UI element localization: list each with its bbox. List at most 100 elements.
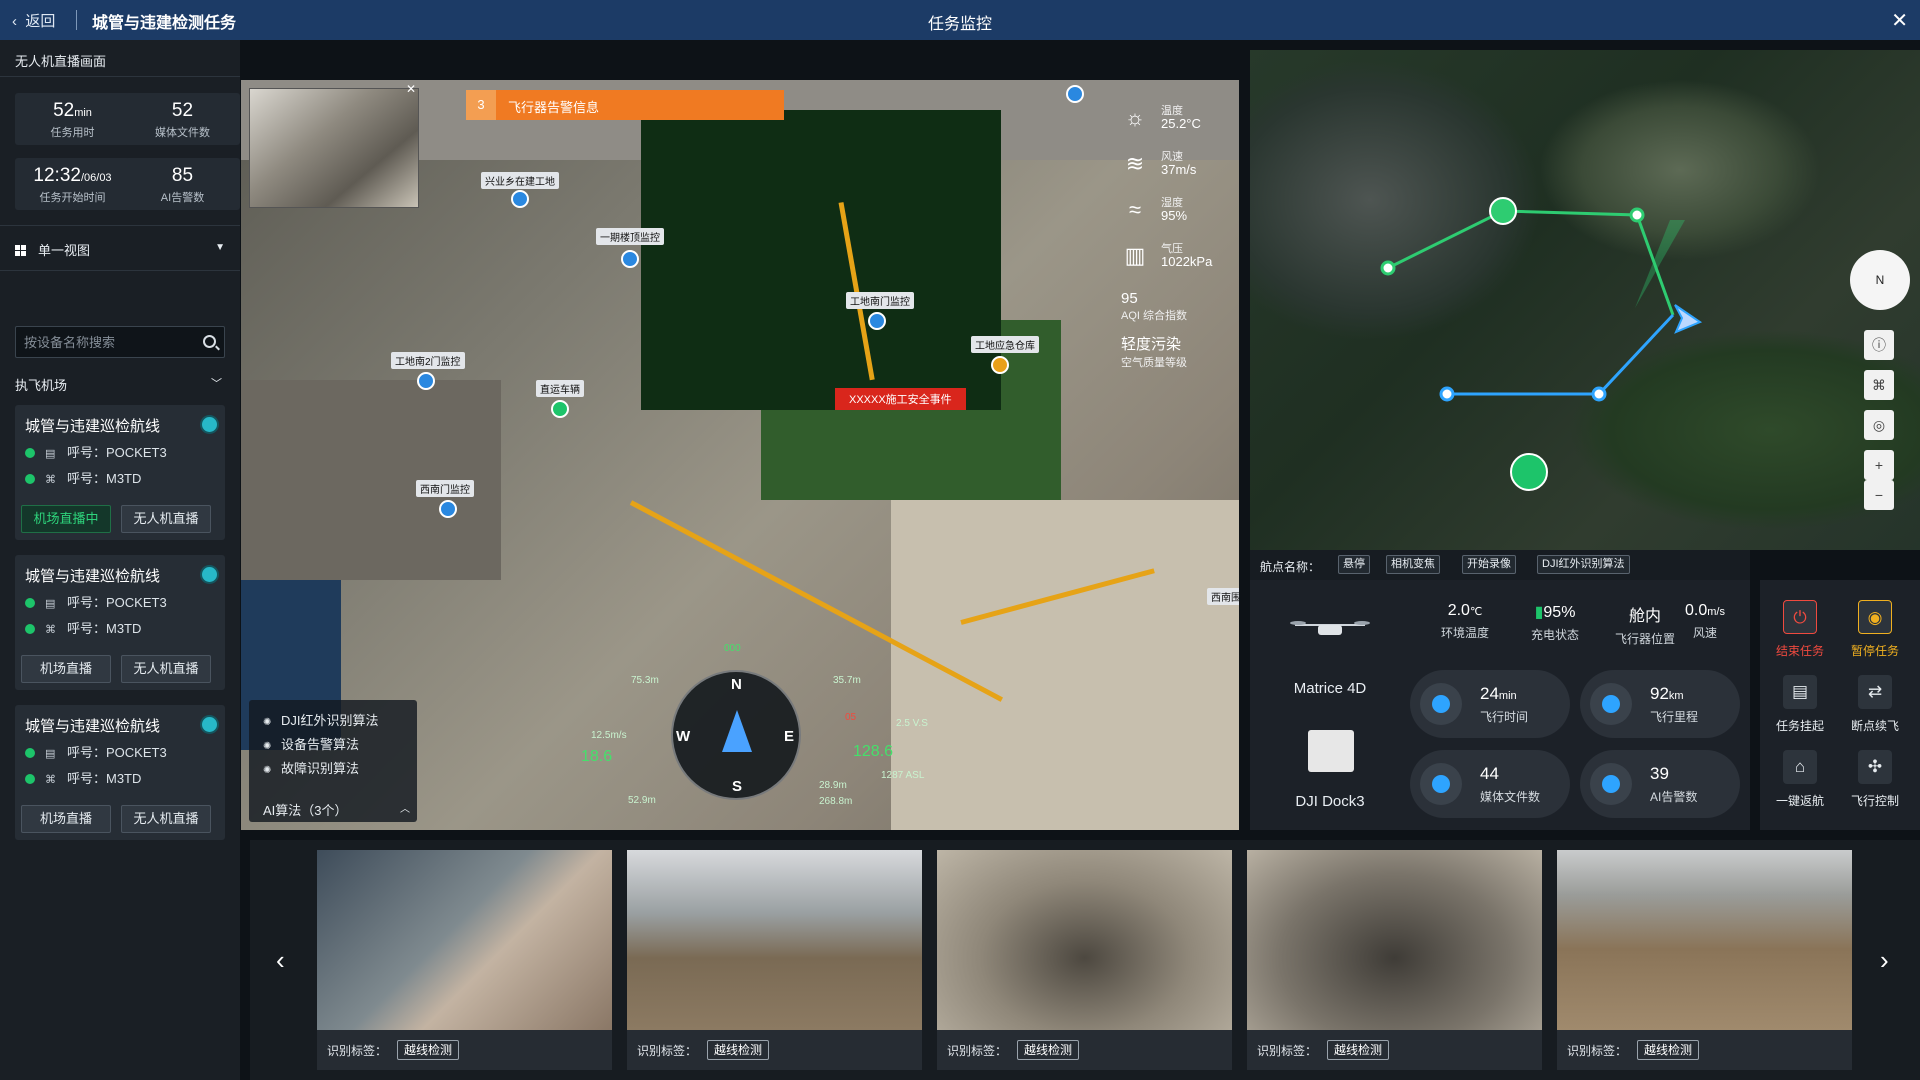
location-pin-icon[interactable] bbox=[417, 372, 435, 390]
drone-icon[interactable]: ⌘ bbox=[1864, 370, 1894, 400]
flight-alert-banner[interactable]: 3 飞行器告警信息 bbox=[466, 90, 784, 120]
location-tag[interactable]: 工地南2门监控 bbox=[391, 352, 465, 369]
zoom-in-icon[interactable]: + bbox=[1864, 450, 1894, 480]
tag-chip: 越线检测 bbox=[1637, 1040, 1700, 1060]
location-pin-icon[interactable] bbox=[621, 250, 639, 268]
drone-live-button[interactable]: 无人机直播 bbox=[121, 805, 211, 833]
algorithm-item[interactable]: ✺ 设备告警算法 bbox=[263, 734, 359, 753]
stat-value: 12:32 bbox=[33, 165, 81, 186]
tag-chip: 越线检测 bbox=[1017, 1040, 1080, 1060]
location-tag[interactable]: 直运车辆 bbox=[536, 380, 584, 397]
suspend-task-button[interactable]: ▤ 任务挂起 bbox=[1760, 675, 1840, 734]
airport-live-button[interactable]: 机场直播 bbox=[21, 805, 111, 833]
tag-label: 识别标签： bbox=[1257, 1044, 1318, 1058]
stat-label: 任务用时 bbox=[50, 127, 95, 139]
drone-position-icon bbox=[1674, 304, 1703, 334]
location-tag[interactable]: 一期楼顶监控 bbox=[596, 228, 664, 245]
capture-thumbnail[interactable]: 识别标签： 越线检测 bbox=[1557, 850, 1852, 1070]
stat-label: 媒体文件数 bbox=[155, 127, 210, 139]
waypoint[interactable] bbox=[1629, 207, 1645, 223]
drone-live-button[interactable]: 无人机直播 bbox=[121, 655, 211, 683]
action-label: 暂停任务 bbox=[1850, 644, 1899, 658]
back-button[interactable]: ‹ 返回 bbox=[12, 10, 55, 31]
end-task-button[interactable]: ⏻ 结束任务 bbox=[1760, 600, 1840, 659]
location-pin-icon[interactable] bbox=[439, 500, 457, 518]
location-tag[interactable]: 西南围 bbox=[1207, 588, 1239, 605]
view-mode-select[interactable]: 单一视图 ▼ bbox=[15, 240, 225, 262]
pause-icon: ◉ bbox=[1858, 600, 1892, 634]
waypoint-action-chip[interactable]: 悬停 bbox=[1338, 555, 1370, 574]
waypoint[interactable] bbox=[1439, 386, 1455, 402]
locate-icon[interactable]: ◎ bbox=[1864, 410, 1894, 440]
waypoint[interactable] bbox=[1380, 260, 1396, 276]
location-tag[interactable]: 工地应急仓库 bbox=[971, 336, 1039, 353]
dock-marker-icon[interactable] bbox=[1510, 453, 1548, 491]
drone-live-button[interactable]: 无人机直播 bbox=[121, 505, 211, 533]
chevron-down-icon: ﹀ bbox=[211, 378, 222, 390]
search-input[interactable] bbox=[24, 332, 194, 352]
waypoint-action-chip[interactable]: DJI红外识别算法 bbox=[1537, 555, 1630, 574]
capture-thumbnail[interactable]: 识别标签： 越线检测 bbox=[1247, 850, 1542, 1070]
return-home-button[interactable]: ⌂ 一键返航 bbox=[1760, 750, 1840, 809]
pip-video[interactable] bbox=[249, 88, 419, 208]
aqi-panel: 95 AQI 综合指数 轻度污染 空气质量等级 bbox=[1121, 290, 1187, 370]
info-icon[interactable]: ⓘ bbox=[1864, 330, 1894, 360]
status-online-dot bbox=[25, 748, 35, 758]
media-files-stat: 44 媒体文件数 bbox=[1410, 750, 1570, 818]
location-pin-icon[interactable] bbox=[1066, 85, 1084, 103]
prev-arrow-icon[interactable]: ‹ bbox=[276, 945, 285, 976]
next-arrow-icon[interactable]: › bbox=[1880, 945, 1889, 976]
airport-live-button[interactable]: 机场直播中 bbox=[21, 505, 111, 533]
route-card[interactable]: 城管与违建巡检航线 ▤ 呼号：POCKET3 ⌘ 呼号：M3TD 机场直播 无人机直… bbox=[15, 555, 225, 690]
location-tag[interactable]: 兴业乡在建工地 bbox=[481, 172, 559, 189]
waypoint[interactable] bbox=[1591, 386, 1607, 402]
flight-map[interactable] bbox=[1250, 50, 1920, 550]
stat-value: 0.0 bbox=[1685, 602, 1708, 619]
image-icon bbox=[1420, 763, 1462, 805]
route-card[interactable]: 城管与违建巡检航线 ▤ 呼号：POCKET3 ⌘ 呼号：M3TD 机场直播中 无人机… bbox=[15, 405, 225, 540]
location-pin-icon[interactable] bbox=[511, 190, 529, 208]
airport-live-button[interactable]: 机场直播 bbox=[21, 655, 111, 683]
map-compass-button[interactable]: N bbox=[1850, 250, 1910, 310]
compass-east: E bbox=[784, 728, 795, 745]
search-icon[interactable] bbox=[203, 335, 216, 348]
tag-chip: 越线检测 bbox=[1327, 1040, 1390, 1060]
airport-section-toggle[interactable]: 执飞机场 ﹀ bbox=[15, 375, 222, 394]
capture-thumbnail[interactable]: 识别标签： 越线检测 bbox=[317, 850, 612, 1070]
warehouse-pin-icon[interactable] bbox=[991, 356, 1009, 374]
live-video-feed[interactable]: ✕ 3 飞行器告警信息 兴业乡在建工地 一期楼顶监控 工地南门监控 工地南2门监… bbox=[241, 80, 1239, 830]
waypoint-dock[interactable] bbox=[1489, 197, 1517, 225]
weather-pressure: ▥ 气压 1022kPa bbox=[1121, 238, 1231, 284]
event-tag[interactable]: XXXXX施工安全事件 bbox=[835, 388, 966, 410]
close-icon[interactable]: ✕ bbox=[1891, 8, 1908, 33]
vehicle-pin-icon[interactable] bbox=[551, 400, 569, 418]
capture-thumbnail[interactable]: 识别标签： 越线检测 bbox=[937, 850, 1232, 1070]
location-pin-icon[interactable] bbox=[868, 312, 886, 330]
waypoint-action-chip[interactable]: 相机变焦 bbox=[1386, 555, 1440, 574]
drone-image bbox=[1290, 621, 1370, 635]
alert-count-badge: 3 bbox=[466, 90, 496, 120]
pause-task-button[interactable]: ◉ 暂停任务 bbox=[1835, 600, 1915, 659]
alert-text: 飞行器告警信息 bbox=[508, 100, 600, 115]
waypoint-action-chip[interactable]: 开始录像 bbox=[1462, 555, 1516, 574]
algorithm-label: DJI红外识别算法 bbox=[281, 713, 379, 728]
divider bbox=[0, 225, 240, 226]
drone-name: Matrice 4D bbox=[1293, 680, 1367, 697]
algorithm-item[interactable]: ✺ 故障识别算法 bbox=[263, 758, 359, 777]
algorithm-icon: ✺ bbox=[263, 765, 272, 776]
location-tag[interactable]: 工地南门监控 bbox=[846, 292, 914, 309]
zoom-out-icon[interactable]: − bbox=[1864, 480, 1894, 510]
close-icon[interactable]: ✕ bbox=[406, 82, 416, 96]
resume-flight-button[interactable]: ⇄ 断点续飞 bbox=[1835, 675, 1915, 734]
hud-altitude: 35.7m bbox=[833, 675, 861, 686]
callsign-drone: 呼号：M3TD bbox=[67, 471, 142, 486]
resume-icon: ⇄ bbox=[1858, 675, 1892, 709]
capture-thumbnail[interactable]: 识别标签： 越线检测 bbox=[627, 850, 922, 1070]
location-tag[interactable]: 西南门监控 bbox=[416, 480, 474, 497]
stat-label: AI告警数 bbox=[160, 192, 205, 204]
stat-value: 舱内 bbox=[1628, 608, 1661, 625]
algorithm-toggle[interactable]: AI算法（3个） ︿ bbox=[263, 800, 410, 819]
route-card[interactable]: 城管与违建巡检航线 ▤ 呼号：POCKET3 ⌘ 呼号：M3TD 机场直播 无人机直… bbox=[15, 705, 225, 840]
algorithm-item[interactable]: ✺ DJI红外识别算法 bbox=[263, 710, 379, 729]
flight-control-button[interactable]: ✣ 飞行控制 bbox=[1835, 750, 1915, 809]
